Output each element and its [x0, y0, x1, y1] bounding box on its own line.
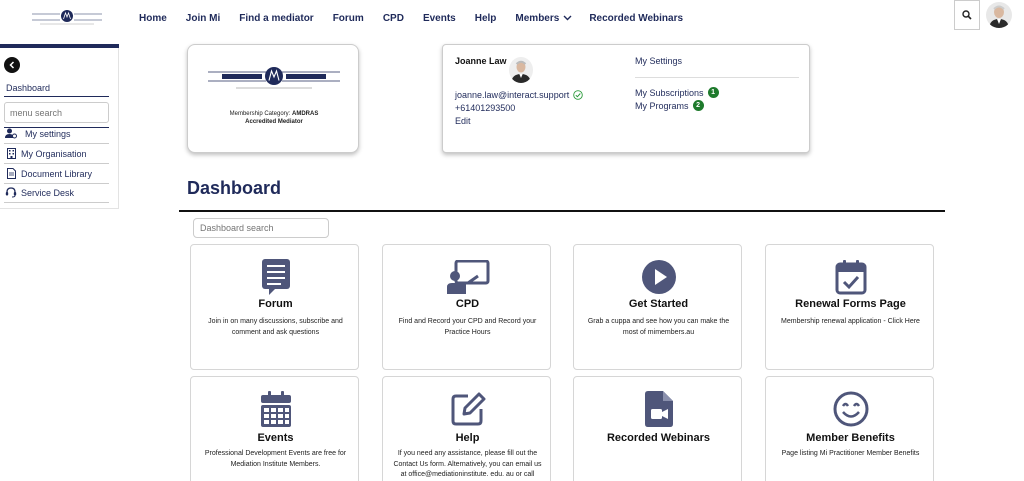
menu-search-input[interactable] — [4, 102, 109, 123]
tile-description: Page listing Mi Practitioner Member Bene… — [781, 450, 920, 457]
play-circle-icon — [641, 260, 676, 294]
sidebar-item-my-organisation[interactable]: My Organisation — [4, 144, 109, 163]
membership-card: Membership Category: AMDRAS Accredited M… — [187, 44, 359, 153]
tile-title: Member Benefits — [806, 432, 895, 444]
sidebar-title: Dashboard — [6, 83, 51, 93]
tile-description: Join in on many discussions, subscribe a… — [208, 318, 343, 336]
tile-title: Recorded Webinars — [606, 432, 711, 444]
user-photo — [509, 57, 533, 83]
nav-events[interactable]: Events — [423, 13, 456, 24]
sidebar-item-service-desk[interactable]: Service Desk — [4, 183, 109, 202]
forum-icon — [261, 259, 290, 295]
membership-category: Membership Category: AMDRAS Accredited M… — [229, 111, 319, 125]
tile-title: Events — [257, 432, 294, 444]
building-icon — [5, 148, 17, 160]
user-avatar[interactable] — [986, 2, 1012, 28]
edit-profile-link[interactable]: Edit — [455, 116, 471, 126]
search-icon — [962, 10, 972, 20]
nav-join-mi[interactable]: Join Mi — [186, 13, 220, 24]
user-email: joanne.law@interact.support — [455, 90, 583, 100]
sidebar-item-label: My Organisation — [21, 148, 87, 159]
tile-title: Renewal Forms Page — [795, 298, 906, 310]
top-navigation: Home Join Mi Find a mediator Forum CPD E… — [0, 0, 1024, 36]
dashboard-search-input[interactable] — [193, 218, 329, 238]
tile-renewal-forms[interactable]: Renewal Forms Page Membership renewal ap… — [765, 244, 934, 370]
tile-description: Professional Development Events are free… — [204, 450, 347, 468]
title-divider — [179, 210, 945, 212]
user-name: Joanne Law — [455, 56, 507, 66]
mediation-institute-logo[interactable] — [30, 7, 104, 27]
page-title: Dashboard — [187, 178, 282, 198]
tile-forum[interactable]: Forum Join in on many discussions, subsc… — [190, 244, 359, 370]
sidebar-item-label: Document Library — [21, 168, 93, 179]
back-button[interactable] — [4, 57, 20, 73]
sidebar-item-document-library[interactable]: Document Library — [4, 164, 109, 183]
tile-description: Grab a cuppa and see how you can make th… — [587, 318, 730, 336]
verified-check-icon — [573, 90, 583, 100]
tile-cpd[interactable]: CPD Find and Record your CPD and Record … — [382, 244, 551, 370]
tile-help[interactable]: Help If you need any assistance, please … — [382, 376, 551, 481]
divider — [635, 77, 799, 78]
tile-get-started[interactable]: Get Started Grab a cuppa and see how you… — [573, 244, 742, 370]
sidebar-divider — [4, 96, 109, 97]
sidebar-item-label: My settings — [25, 128, 71, 139]
nav-cpd[interactable]: CPD — [383, 13, 404, 24]
tile-title: Get Started — [628, 298, 689, 310]
tile-title: Forum — [258, 298, 293, 310]
user-phone: +61401293500 — [455, 103, 516, 113]
mediation-institute-logo — [208, 67, 340, 89]
search-button[interactable] — [954, 0, 980, 30]
nav-members[interactable]: Members — [515, 13, 559, 24]
tile-description: Membership renewal application - Click H… — [781, 318, 920, 325]
calendar-icon — [260, 391, 291, 427]
sidebar-divider — [4, 202, 109, 203]
tile-title: Help — [455, 432, 480, 444]
my-programs-link[interactable]: My Programs 2 — [635, 100, 704, 111]
nav-recorded-webinars[interactable]: Recorded Webinars — [589, 13, 683, 24]
programs-count-badge: 2 — [692, 100, 704, 111]
calendar-check-icon — [835, 260, 866, 295]
presentation-icon — [446, 260, 489, 294]
subscriptions-count-badge: 1 — [707, 87, 719, 98]
tile-recorded-webinars[interactable]: Recorded Webinars — [573, 376, 742, 481]
nav-home[interactable]: Home — [139, 13, 167, 24]
tile-events[interactable]: Events Professional Development Events a… — [190, 376, 359, 481]
nav-help[interactable]: Help — [475, 13, 497, 24]
chevron-down-icon[interactable] — [563, 15, 572, 21]
my-subscriptions-link[interactable]: My Subscriptions 1 — [635, 87, 719, 98]
tile-member-benefits[interactable]: Member Benefits Page listing Mi Practiti… — [765, 376, 934, 481]
sidebar-item-my-settings[interactable]: My settings — [4, 124, 109, 143]
user-cog-icon — [5, 128, 17, 140]
sidebar: Dashboard My settings My Organisation Do… — [0, 44, 119, 209]
tile-description: If you need any assistance, please fill … — [393, 450, 542, 478]
edit-pencil-icon — [451, 392, 485, 426]
sidebar-item-label: Service Desk — [21, 187, 75, 198]
headset-icon — [5, 187, 17, 199]
video-file-icon — [644, 391, 673, 427]
tile-title: CPD — [455, 298, 480, 310]
tile-description: Find and Record your CPD and Record your… — [398, 318, 537, 336]
smile-icon — [833, 391, 868, 427]
user-profile-card: Joanne Law joanne.law@interact.support +… — [442, 44, 810, 153]
my-settings-link[interactable]: My Settings — [635, 56, 682, 66]
document-icon — [5, 168, 17, 180]
chevron-left-icon — [9, 61, 15, 69]
sidebar-top-bar — [0, 44, 119, 48]
nav-find-a-mediator[interactable]: Find a mediator — [239, 13, 313, 24]
nav-forum[interactable]: Forum — [333, 13, 364, 24]
